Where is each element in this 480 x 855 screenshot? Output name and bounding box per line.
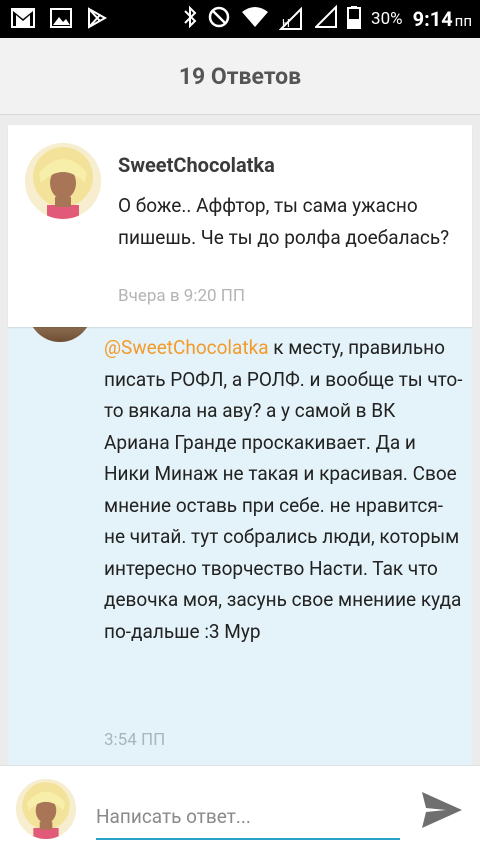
comment-timestamp: Вчера в 9:20 ПП [118, 286, 246, 306]
comment-author[interactable]: SweetChocolatka [118, 153, 275, 177]
image-icon [50, 7, 72, 33]
avatar [16, 779, 76, 839]
reply-text: @SweetChocolatka к месту, правильно писа… [104, 332, 464, 647]
mention-link[interactable]: @SweetChocolatka [104, 336, 269, 359]
reply-timestamp: 3:54 ПП [104, 730, 166, 750]
comment-card[interactable]: SweetChocolatka О боже.. Аффтор, ты сама… [8, 125, 472, 327]
reply-comment[interactable]: @SweetChocolatka к месту, правильно писа… [8, 300, 472, 765]
play-store-icon [86, 7, 108, 33]
header: 19 Ответов [0, 38, 480, 115]
status-bar: H 30% 9:14 пп [0, 0, 480, 38]
reply-input[interactable] [96, 794, 400, 840]
send-icon [422, 792, 462, 828]
reply-body: к месту, правильно писать РОФЛ, а РОЛФ. … [104, 336, 463, 643]
send-button[interactable] [420, 790, 464, 830]
battery-icon [347, 5, 362, 33]
reply-input-bar [0, 765, 480, 855]
avatar[interactable] [25, 143, 101, 219]
do-not-disturb-icon [207, 5, 231, 33]
wifi-icon [241, 6, 269, 32]
gmail-icon [10, 7, 36, 33]
comments-list[interactable]: @SweetChocolatka к месту, правильно писа… [0, 115, 480, 765]
comment-text: О боже.. Аффтор, ты сама ужасно пишешь. … [118, 194, 450, 249]
signal-icon [313, 4, 338, 33]
battery-percent: 30% [371, 9, 403, 29]
clock: 9:14 пп [412, 7, 472, 31]
bluetooth-icon [183, 5, 197, 33]
page-title: 19 Ответов [178, 62, 302, 90]
signal-h-icon: H [278, 6, 305, 31]
